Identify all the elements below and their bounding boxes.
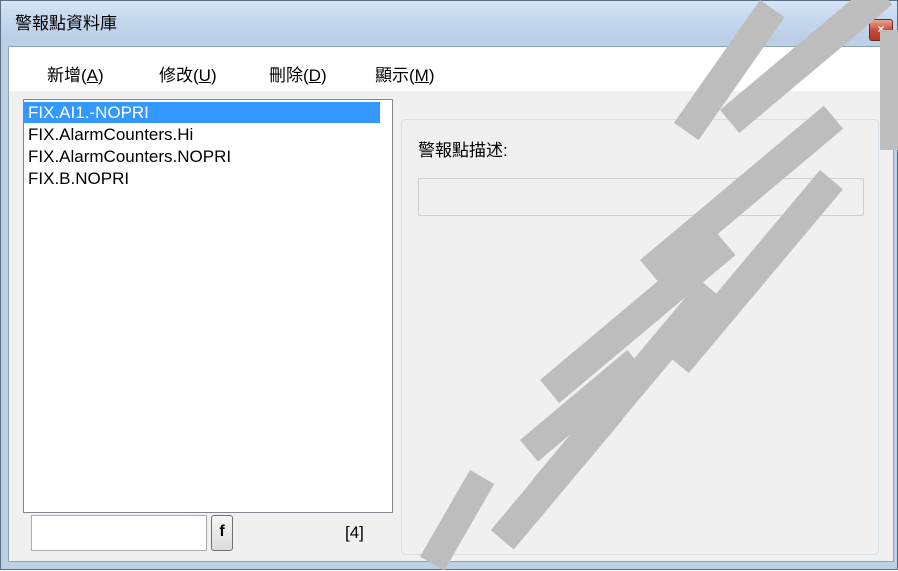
list-item[interactable]: FIX.B.NOPRI [24, 168, 129, 189]
filter-button[interactable]: f [211, 515, 233, 551]
list-item[interactable]: FIX.AI1.-NOPRI [24, 102, 380, 123]
window-title: 警報點資料庫 [15, 14, 117, 33]
alarm-point-list[interactable]: FIX.AI1.-NOPRI FIX.AlarmCounters.Hi FIX.… [23, 99, 393, 513]
menu-display[interactable]: 顯示(M) [375, 61, 435, 86]
list-item[interactable]: FIX.AlarmCounters.NOPRI [24, 146, 231, 167]
menu-add[interactable]: 新增(A) [47, 61, 104, 86]
filter-input[interactable] [31, 515, 207, 551]
list-item[interactable]: FIX.AlarmCounters.Hi [24, 124, 193, 145]
client-area: 新增(A) 修改(U) 刪除(D) 顯示(M) FIX.AI1.-NOPRI F… [8, 46, 894, 562]
description-label: 警報點描述: [418, 141, 508, 160]
menu-modify[interactable]: 修改(U) [159, 61, 217, 86]
menu-delete[interactable]: 刪除(D) [269, 61, 327, 86]
item-count: [4] [345, 523, 364, 542]
